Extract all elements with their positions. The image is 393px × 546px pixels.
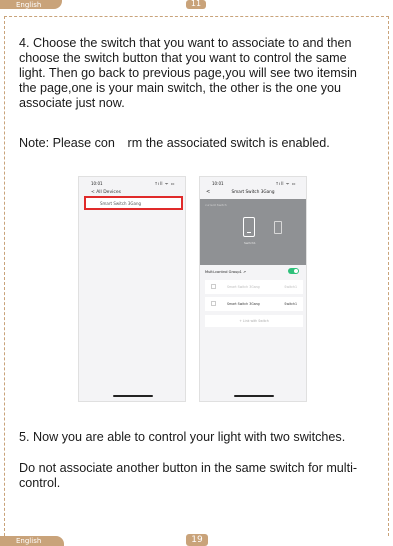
status-time: 10:01 (212, 181, 224, 186)
all-devices-back[interactable]: < All Devices (91, 190, 121, 195)
link-with-switch-button[interactable]: + Link with Switch (205, 315, 303, 327)
device-name: Smart Switch 3Gang (100, 201, 142, 206)
checkbox-icon[interactable] (211, 301, 216, 306)
page-number-footer: 19 (186, 534, 208, 546)
page-number: 11 (186, 0, 206, 9)
language-tab: English (0, 0, 62, 9)
multi-control-toggle[interactable] (288, 268, 299, 274)
list-item[interactable]: Smart Switch 3Gang Switch1 (205, 297, 303, 311)
status-time: 10:01 (91, 181, 103, 186)
current-switch-label: current Switch (205, 203, 227, 207)
checkbox-icon[interactable] (211, 284, 216, 289)
phone-screenshot-switch: 10:01 ↑ıll ᯤ ▭ < Smart Switch 3Gang curr… (199, 176, 307, 402)
status-bar: 10:01 ↑ıll ᯤ ▭ (200, 177, 306, 189)
list-item-switch: Switch1 (284, 285, 297, 289)
switch-label: Switch1 (244, 241, 256, 245)
device-row-highlighted[interactable]: Smart Switch 3Gang (84, 196, 183, 210)
nav-bar: < Smart Switch 3Gang (200, 189, 306, 197)
switch-small-icon[interactable] (274, 221, 282, 234)
status-icons: ↑ıll ᯤ ▭ (154, 181, 175, 186)
home-indicator (234, 395, 274, 397)
step-5-text: 5. Now you are able to control your ligh… (19, 430, 346, 444)
switch-button-icon[interactable] (243, 217, 255, 237)
home-indicator (113, 395, 153, 397)
status-bar: 10:01 ↑ıll ᯤ ▭ (79, 177, 185, 189)
note-text: Note: Please con rm the associated switc… (19, 136, 330, 150)
language-tab-footer: English (0, 536, 64, 546)
list-item-switch: Switch1 (284, 302, 297, 306)
status-icons: ↑ıll ᯤ ▭ (275, 181, 296, 186)
phone-screenshot-devices: 10:01 ↑ıll ᯤ ▭ < All Devices Smart Switc… (78, 176, 186, 402)
list-item-name: Smart Switch 3Gang (227, 285, 260, 289)
back-chevron-icon[interactable]: < (206, 189, 210, 195)
list-item-name: Smart Switch 3Gang (227, 302, 260, 306)
step-4-text: 4. Choose the switch that you want to as… (19, 36, 357, 110)
step-5-warning-text: Do not associate another button in the s… (19, 461, 358, 490)
multi-control-label: Multi-control Group1 ↗ (205, 270, 247, 274)
list-item[interactable]: Smart Switch 3Gang Switch1 (205, 280, 303, 294)
screen-title: Smart Switch 3Gang (231, 189, 275, 194)
switch-panel: current Switch Switch1 (200, 199, 306, 265)
